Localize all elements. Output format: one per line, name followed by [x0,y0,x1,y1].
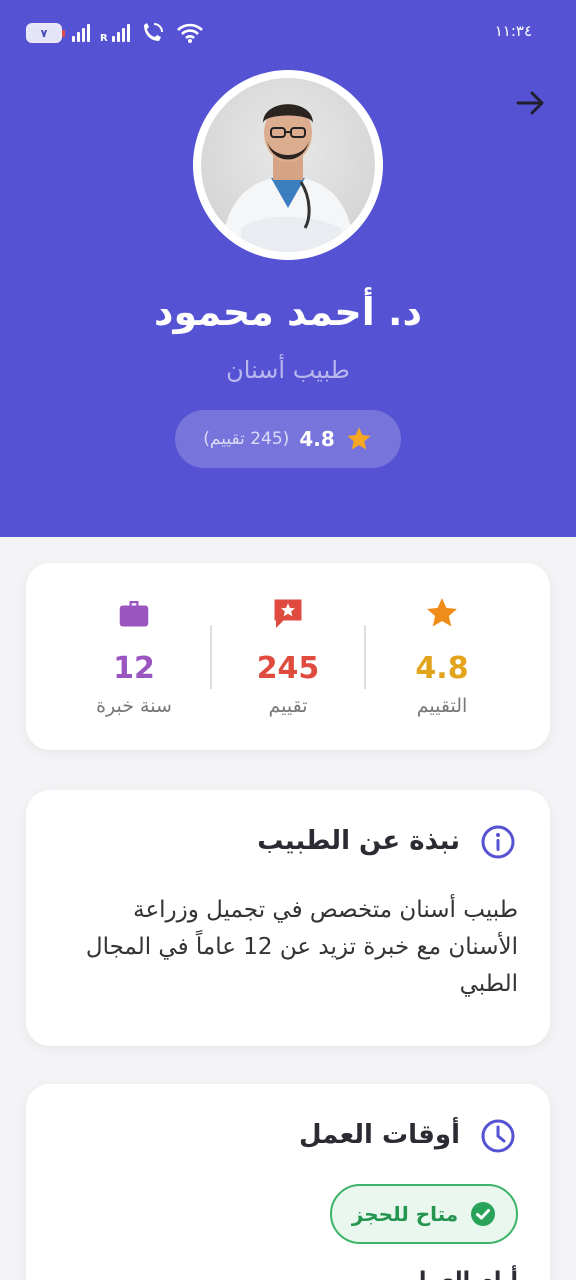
about-text: طبيب أسنان متخصص في تجميل وزراعة الأسنان… [85,897,518,997]
stat-rating-label: التقييم [416,695,468,717]
about-card: نبذة عن الطبيب طبيب أسنان متخصص في تجميل… [26,790,550,1046]
star-icon [347,427,371,450]
status-bar: ٧ R ١١:٣٤ [0,0,576,66]
battery-level: ٧ [40,26,48,40]
clock: ١١:٣٤ [494,22,532,40]
rating-value: 4.8 [299,427,335,451]
info-icon [481,825,515,859]
stats-card: 4.8 التقييم 245 تقييم 12 سنة خبرة [26,563,550,750]
stat-experience: 12 سنة خبرة [57,563,211,750]
doctor-avatar [193,70,383,260]
stat-rating: 4.8 التقييم [365,563,519,750]
stat-experience-value: 12 [113,651,155,686]
stat-reviews-value: 245 [256,651,320,686]
check-circle-icon [471,1202,496,1226]
rating-pill: 4.8 (245 تقييم) [175,410,401,468]
stat-rating-value: 4.8 [415,651,469,686]
briefcase-icon [119,601,149,627]
working-hours-card: أوقات العمل متاح للحجز أيام العمل [26,1084,550,1280]
doctor-specialty: طبيب أسنان [226,356,350,384]
star-icon [427,598,457,627]
wifi-icon [176,23,203,43]
wifi-call-icon [143,23,163,41]
signal-icon [72,24,90,42]
signal-icon-2 [111,24,130,42]
reviews-count: (245 تقييم) [203,429,290,449]
work-days-heading: أيام العمل [408,1268,518,1280]
doctor-photo [221,104,355,252]
doctor-name: د. أحمد محمود [154,290,422,334]
profile-header: ٧ R ١١:٣٤ د. أحمد محمود طبيب أسنان 4.8 (… [0,0,576,537]
battery-icon: ٧ [26,23,65,43]
roaming-indicator: R [100,33,108,44]
availability-label: متاح للحجز [351,1202,459,1226]
chat-star-icon [274,599,302,628]
stat-experience-label: سنة خبرة [96,695,172,717]
hours-title: أوقات العمل [298,1120,460,1150]
clock-icon [481,1119,515,1153]
back-arrow-icon[interactable] [514,86,548,120]
availability-badge: متاح للحجز [330,1184,518,1244]
stat-reviews: 245 تقييم [211,563,365,750]
about-title: نبذة عن الطبيب [257,826,460,856]
stat-reviews-label: تقييم [268,695,308,717]
